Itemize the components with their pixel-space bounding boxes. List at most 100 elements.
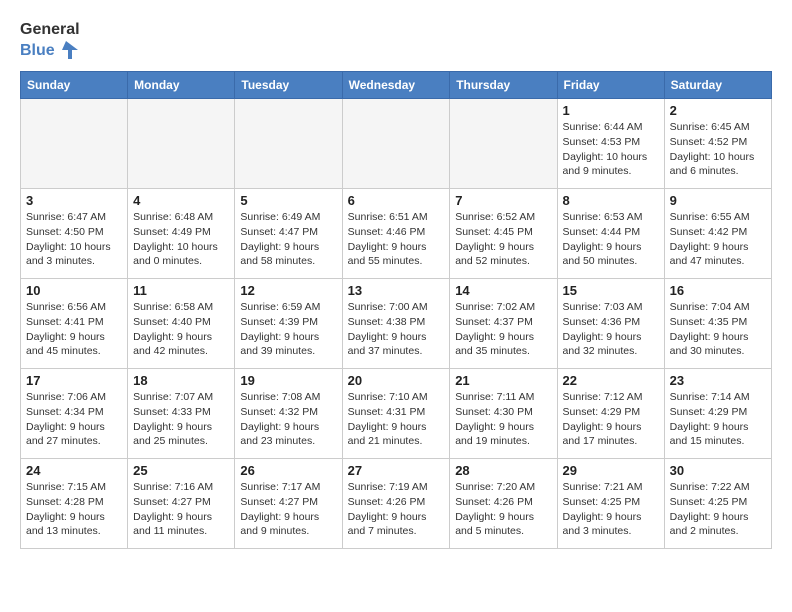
day-number: 17 xyxy=(26,373,122,388)
calendar-cell: 27 Sunrise: 7:19 AM Sunset: 4:26 PM Dayli… xyxy=(342,459,450,549)
day-info: Sunrise: 7:10 AM Sunset: 4:31 PM Dayligh… xyxy=(348,390,445,449)
calendar-cell xyxy=(235,99,342,189)
calendar-cell: 6 Sunrise: 6:51 AM Sunset: 4:46 PM Daylig… xyxy=(342,189,450,279)
day-number: 18 xyxy=(133,373,229,388)
calendar-cell: 26 Sunrise: 7:17 AM Sunset: 4:27 PM Dayli… xyxy=(235,459,342,549)
calendar-cell: 7 Sunrise: 6:52 AM Sunset: 4:45 PM Daylig… xyxy=(450,189,557,279)
logo: General Blue xyxy=(20,20,80,61)
day-header-tuesday: Tuesday xyxy=(235,72,342,99)
day-number: 24 xyxy=(26,463,122,478)
day-info: Sunrise: 7:02 AM Sunset: 4:37 PM Dayligh… xyxy=(455,300,551,359)
calendar-cell: 12 Sunrise: 6:59 AM Sunset: 4:39 PM Dayli… xyxy=(235,279,342,369)
day-info: Sunrise: 7:03 AM Sunset: 4:36 PM Dayligh… xyxy=(563,300,659,359)
day-info: Sunrise: 7:19 AM Sunset: 4:26 PM Dayligh… xyxy=(348,480,445,539)
calendar-cell: 4 Sunrise: 6:48 AM Sunset: 4:49 PM Daylig… xyxy=(128,189,235,279)
day-info: Sunrise: 6:51 AM Sunset: 4:46 PM Dayligh… xyxy=(348,210,445,269)
day-number: 1 xyxy=(563,103,659,118)
day-number: 10 xyxy=(26,283,122,298)
day-info: Sunrise: 7:22 AM Sunset: 4:25 PM Dayligh… xyxy=(670,480,766,539)
day-info: Sunrise: 7:07 AM Sunset: 4:33 PM Dayligh… xyxy=(133,390,229,449)
day-info: Sunrise: 6:48 AM Sunset: 4:49 PM Dayligh… xyxy=(133,210,229,269)
calendar-cell xyxy=(342,99,450,189)
calendar-cell: 25 Sunrise: 7:16 AM Sunset: 4:27 PM Dayli… xyxy=(128,459,235,549)
calendar-table: SundayMondayTuesdayWednesdayThursdayFrid… xyxy=(20,71,772,549)
week-row-3: 10 Sunrise: 6:56 AM Sunset: 4:41 PM Dayli… xyxy=(21,279,772,369)
calendar-cell: 1 Sunrise: 6:44 AM Sunset: 4:53 PM Daylig… xyxy=(557,99,664,189)
day-number: 13 xyxy=(348,283,445,298)
day-number: 15 xyxy=(563,283,659,298)
calendar-cell: 21 Sunrise: 7:11 AM Sunset: 4:30 PM Dayli… xyxy=(450,369,557,459)
day-info: Sunrise: 6:55 AM Sunset: 4:42 PM Dayligh… xyxy=(670,210,766,269)
day-info: Sunrise: 7:16 AM Sunset: 4:27 PM Dayligh… xyxy=(133,480,229,539)
day-number: 6 xyxy=(348,193,445,208)
calendar-cell: 8 Sunrise: 6:53 AM Sunset: 4:44 PM Daylig… xyxy=(557,189,664,279)
day-info: Sunrise: 6:59 AM Sunset: 4:39 PM Dayligh… xyxy=(240,300,336,359)
calendar-cell: 24 Sunrise: 7:15 AM Sunset: 4:28 PM Dayli… xyxy=(21,459,128,549)
logo-arrow-icon xyxy=(58,39,80,61)
day-number: 14 xyxy=(455,283,551,298)
day-number: 26 xyxy=(240,463,336,478)
day-info: Sunrise: 7:11 AM Sunset: 4:30 PM Dayligh… xyxy=(455,390,551,449)
calendar-cell: 10 Sunrise: 6:56 AM Sunset: 4:41 PM Dayli… xyxy=(21,279,128,369)
day-info: Sunrise: 6:52 AM Sunset: 4:45 PM Dayligh… xyxy=(455,210,551,269)
calendar-cell: 29 Sunrise: 7:21 AM Sunset: 4:25 PM Dayli… xyxy=(557,459,664,549)
day-number: 9 xyxy=(670,193,766,208)
calendar-cell: 11 Sunrise: 6:58 AM Sunset: 4:40 PM Dayli… xyxy=(128,279,235,369)
calendar-cell: 15 Sunrise: 7:03 AM Sunset: 4:36 PM Dayli… xyxy=(557,279,664,369)
day-info: Sunrise: 7:21 AM Sunset: 4:25 PM Dayligh… xyxy=(563,480,659,539)
calendar-cell: 23Sunrise: 7:14 AM Sunset: 4:29 PM Dayli… xyxy=(664,369,771,459)
day-info: Sunrise: 7:04 AM Sunset: 4:35 PM Dayligh… xyxy=(670,300,766,359)
calendar-cell: 3 Sunrise: 6:47 AM Sunset: 4:50 PM Daylig… xyxy=(21,189,128,279)
day-number: 25 xyxy=(133,463,229,478)
day-info: Sunrise: 7:12 AM Sunset: 4:29 PM Dayligh… xyxy=(563,390,659,449)
logo-blue: Blue xyxy=(20,41,55,60)
day-info: Sunrise: 6:45 AM Sunset: 4:52 PM Dayligh… xyxy=(670,120,766,179)
calendar-cell: 19 Sunrise: 7:08 AM Sunset: 4:32 PM Dayli… xyxy=(235,369,342,459)
day-header-sunday: Sunday xyxy=(21,72,128,99)
day-header-saturday: Saturday xyxy=(664,72,771,99)
day-header-wednesday: Wednesday xyxy=(342,72,450,99)
calendar-cell xyxy=(21,99,128,189)
calendar-cell xyxy=(128,99,235,189)
week-row-2: 3 Sunrise: 6:47 AM Sunset: 4:50 PM Daylig… xyxy=(21,189,772,279)
day-number: 21 xyxy=(455,373,551,388)
calendar-cell: 22 Sunrise: 7:12 AM Sunset: 4:29 PM Dayli… xyxy=(557,369,664,459)
day-number: 8 xyxy=(563,193,659,208)
calendar-cell: 20Sunrise: 7:10 AM Sunset: 4:31 PM Dayli… xyxy=(342,369,450,459)
day-info: Sunrise: 7:00 AM Sunset: 4:38 PM Dayligh… xyxy=(348,300,445,359)
day-info: Sunrise: 7:06 AM Sunset: 4:34 PM Dayligh… xyxy=(26,390,122,449)
page-header: General Blue xyxy=(20,20,772,61)
day-number: 5 xyxy=(240,193,336,208)
calendar-cell: 2 Sunrise: 6:45 AM Sunset: 4:52 PM Daylig… xyxy=(664,99,771,189)
day-number: 27 xyxy=(348,463,445,478)
logo-general: General xyxy=(20,20,80,39)
day-info: Sunrise: 6:44 AM Sunset: 4:53 PM Dayligh… xyxy=(563,120,659,179)
day-info: Sunrise: 7:08 AM Sunset: 4:32 PM Dayligh… xyxy=(240,390,336,449)
day-number: 7 xyxy=(455,193,551,208)
day-info: Sunrise: 7:20 AM Sunset: 4:26 PM Dayligh… xyxy=(455,480,551,539)
calendar-header-row: SundayMondayTuesdayWednesdayThursdayFrid… xyxy=(21,72,772,99)
day-info: Sunrise: 6:49 AM Sunset: 4:47 PM Dayligh… xyxy=(240,210,336,269)
week-row-1: 1 Sunrise: 6:44 AM Sunset: 4:53 PM Daylig… xyxy=(21,99,772,189)
day-info: Sunrise: 7:17 AM Sunset: 4:27 PM Dayligh… xyxy=(240,480,336,539)
day-number: 22 xyxy=(563,373,659,388)
day-number: 2 xyxy=(670,103,766,118)
calendar-cell: 5 Sunrise: 6:49 AM Sunset: 4:47 PM Daylig… xyxy=(235,189,342,279)
day-info: Sunrise: 7:14 AM Sunset: 4:29 PM Dayligh… xyxy=(670,390,766,449)
day-number: 12 xyxy=(240,283,336,298)
day-number: 11 xyxy=(133,283,229,298)
calendar-cell: 9 Sunrise: 6:55 AM Sunset: 4:42 PM Daylig… xyxy=(664,189,771,279)
day-number: 28 xyxy=(455,463,551,478)
day-info: Sunrise: 6:56 AM Sunset: 4:41 PM Dayligh… xyxy=(26,300,122,359)
day-info: Sunrise: 6:47 AM Sunset: 4:50 PM Dayligh… xyxy=(26,210,122,269)
calendar-cell: 16Sunrise: 7:04 AM Sunset: 4:35 PM Dayli… xyxy=(664,279,771,369)
day-number: 4 xyxy=(133,193,229,208)
day-info: Sunrise: 6:53 AM Sunset: 4:44 PM Dayligh… xyxy=(563,210,659,269)
day-number: 19 xyxy=(240,373,336,388)
day-number: 29 xyxy=(563,463,659,478)
day-header-thursday: Thursday xyxy=(450,72,557,99)
day-number: 3 xyxy=(26,193,122,208)
day-info: Sunrise: 7:15 AM Sunset: 4:28 PM Dayligh… xyxy=(26,480,122,539)
calendar-cell: 18 Sunrise: 7:07 AM Sunset: 4:33 PM Dayli… xyxy=(128,369,235,459)
day-info: Sunrise: 6:58 AM Sunset: 4:40 PM Dayligh… xyxy=(133,300,229,359)
